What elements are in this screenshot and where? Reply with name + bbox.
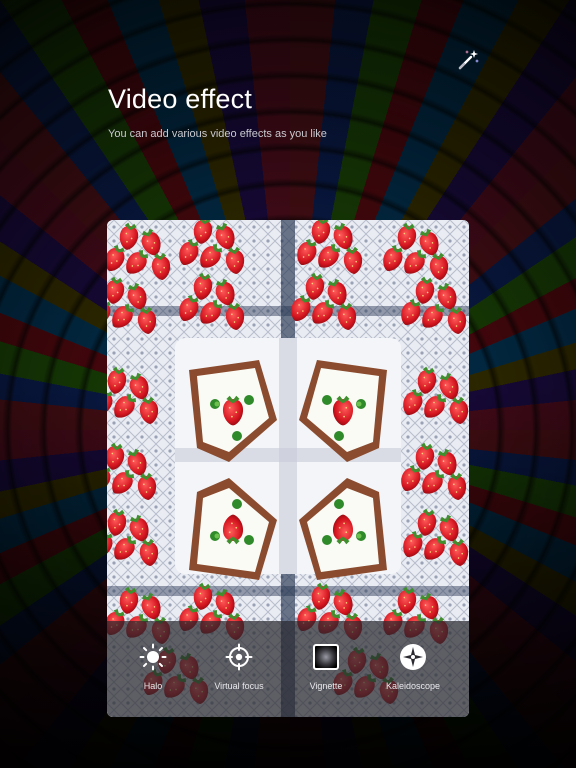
page-title: Video effect xyxy=(108,84,253,114)
effect-vignette-label: Vignette xyxy=(309,681,343,691)
effect-virtual-focus[interactable]: Virtual focus xyxy=(194,643,284,691)
video-preview[interactable]: Halo Virtual focus Vignette Kaleidoscope xyxy=(107,220,469,717)
effect-vignette[interactable]: Vignette xyxy=(281,643,371,691)
target-icon xyxy=(225,643,253,671)
magic-wand-icon[interactable] xyxy=(456,48,480,72)
page-subtitle: You can add various video effects as you… xyxy=(108,128,327,140)
effect-kaleidoscope[interactable]: Kaleidoscope xyxy=(368,643,458,691)
effect-kaleidoscope-label: Kaleidoscope xyxy=(385,681,441,691)
effect-virtual-focus-label: Virtual focus xyxy=(214,681,264,691)
kaleidoscope-icon xyxy=(400,644,426,670)
effect-halo-label: Halo xyxy=(143,681,163,691)
effect-halo[interactable]: Halo xyxy=(108,643,198,691)
sun-icon xyxy=(139,643,167,671)
effects-bar: Halo Virtual focus Vignette Kaleidoscope xyxy=(107,621,469,717)
vignette-icon xyxy=(313,644,339,670)
